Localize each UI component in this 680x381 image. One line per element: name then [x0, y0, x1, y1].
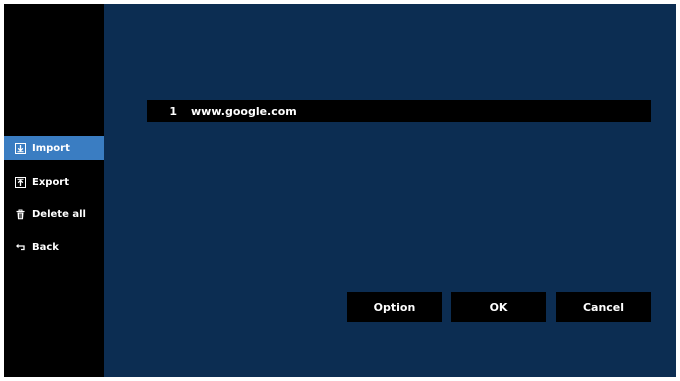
- sidebar-item-label: Export: [32, 176, 70, 188]
- option-button[interactable]: Option: [347, 292, 442, 322]
- screen: Import Export Delete all Back 1 www.goog…: [4, 4, 676, 377]
- back-arrow-icon: [14, 241, 26, 253]
- ok-button[interactable]: OK: [451, 292, 546, 322]
- export-icon: [14, 176, 26, 188]
- sidebar-item-back[interactable]: Back: [4, 235, 104, 259]
- url-text: www.google.com: [191, 104, 297, 118]
- sidebar-item-import[interactable]: Import: [4, 136, 104, 160]
- list-item[interactable]: 1 www.google.com: [147, 100, 651, 122]
- import-icon: [14, 142, 26, 154]
- url-index: 1: [169, 104, 177, 118]
- sidebar: Import Export Delete all Back: [4, 4, 104, 377]
- sidebar-item-label: Back: [32, 241, 59, 253]
- sidebar-item-label: Delete all: [32, 208, 86, 220]
- trash-icon: [14, 208, 26, 220]
- cancel-button[interactable]: Cancel: [556, 292, 651, 322]
- sidebar-item-delete-all[interactable]: Delete all: [4, 202, 104, 226]
- sidebar-item-label: Import: [32, 142, 70, 154]
- main-panel: 1 www.google.com Option OK Cancel: [104, 4, 676, 377]
- sidebar-item-export[interactable]: Export: [4, 170, 104, 194]
